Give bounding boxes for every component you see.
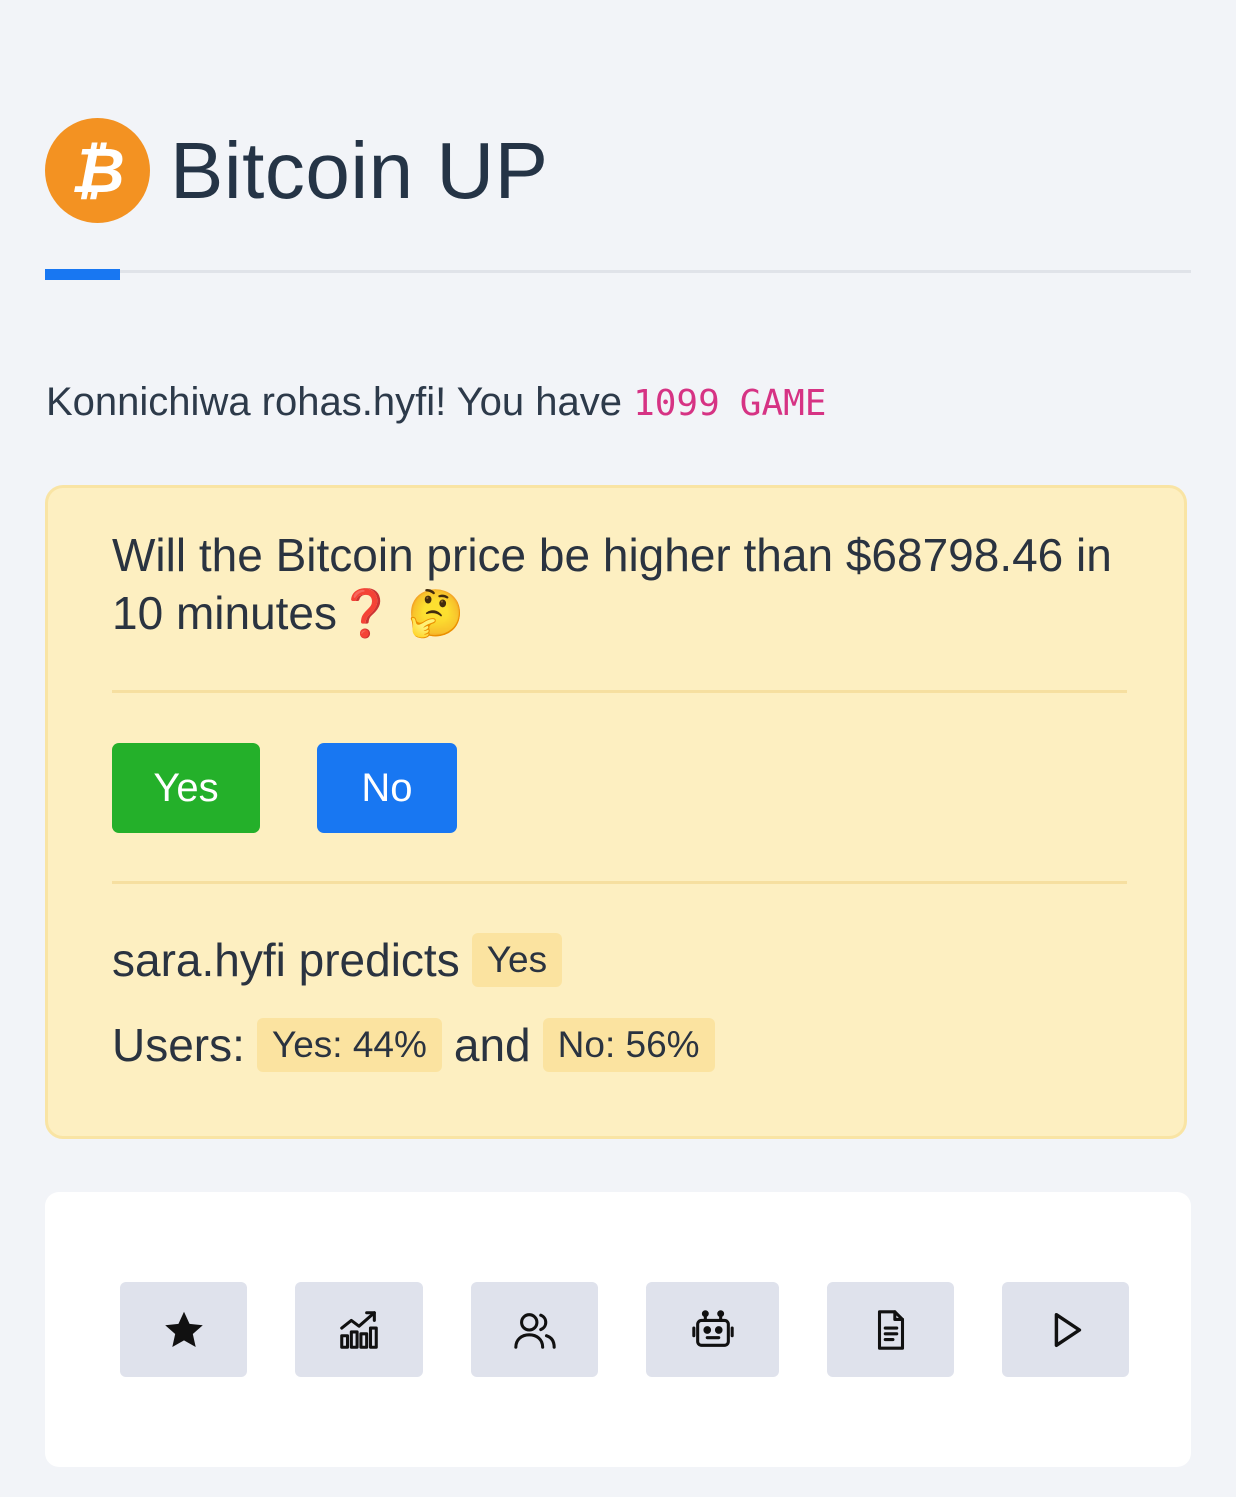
document-icon: [877, 1309, 904, 1350]
active-tab-indicator: [45, 269, 120, 280]
bitcoin-logo-icon: ₿: [45, 118, 150, 223]
thinking-face-icon: 🤔: [407, 587, 465, 639]
yes-button[interactable]: Yes: [112, 743, 260, 833]
ai-prediction: sara.hyfi predicts Yes: [112, 933, 574, 987]
predictor-label: sara.hyfi predicts: [112, 934, 460, 986]
users-yes-badge: Yes: 44%: [256, 1018, 442, 1072]
play-button[interactable]: [1002, 1282, 1129, 1377]
bot-button[interactable]: [646, 1282, 779, 1377]
star-icon: [164, 1311, 203, 1347]
chart-icon: [340, 1310, 378, 1349]
play-icon: [1054, 1312, 1081, 1347]
question-text: Will the Bitcoin price be higher than $6…: [112, 529, 1112, 639]
users-stats: Users: Yes: 44% and No: 56%: [112, 1018, 727, 1072]
header-divider: [45, 270, 1191, 273]
game-balance: 1099: [633, 383, 720, 424]
users-label: Users:: [112, 1019, 245, 1071]
app-header: ₿ Bitcoin UP: [45, 118, 548, 223]
prediction-badge: Yes: [471, 933, 563, 987]
greeting-text: Konnichiwa rohas.hyfi! You have: [46, 380, 634, 424]
greeting-line: Konnichiwa rohas.hyfi! You have 1099 GAME: [46, 380, 826, 425]
stats-button[interactable]: [295, 1282, 423, 1377]
page-title: Bitcoin UP: [170, 125, 549, 215]
card-divider: [112, 881, 1127, 884]
question-text-block: Will the Bitcoin price be higher than $6…: [112, 526, 1122, 642]
users-button[interactable]: [471, 1282, 598, 1377]
bottom-toolbar: [45, 1192, 1191, 1467]
users-no-badge: No: 56%: [542, 1018, 715, 1072]
question-mark-icon: ❓: [337, 587, 395, 639]
document-button[interactable]: [827, 1282, 954, 1377]
game-currency: GAME: [739, 383, 827, 424]
card-divider: [112, 690, 1127, 693]
users-icon: [513, 1312, 556, 1349]
users-connector: and: [453, 1019, 531, 1071]
favorites-button[interactable]: [120, 1282, 247, 1377]
no-button[interactable]: No: [317, 743, 457, 833]
robot-icon: [691, 1309, 734, 1347]
question-card: Will the Bitcoin price be higher than $6…: [45, 485, 1187, 1139]
